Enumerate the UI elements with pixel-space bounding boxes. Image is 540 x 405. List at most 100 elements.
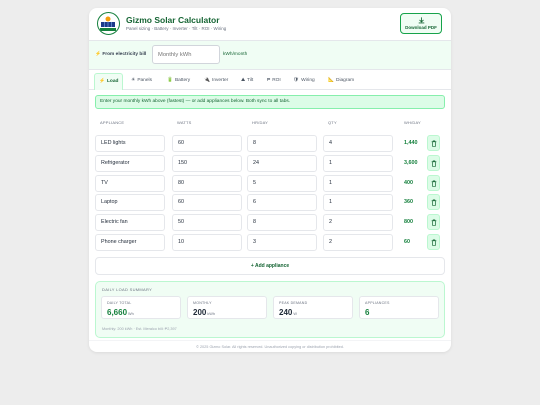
add-appliance-button[interactable]: + Add appliance — [95, 257, 445, 275]
tab-inverter[interactable]: 🔌 Inverter — [204, 73, 228, 88]
table-row: LED lights 60 8 4 1,440 — [95, 134, 445, 153]
appliance-name-input[interactable]: LED lights — [95, 135, 165, 152]
daily-total-number: 6,660 — [107, 308, 128, 317]
download-pdf-button[interactable]: Download PDF — [400, 13, 442, 34]
shield-icon: 🛡 — [293, 78, 300, 83]
appliance-name-input[interactable]: Refrigerator — [95, 154, 165, 172]
bolt-icon: ⚡ — [95, 52, 101, 57]
hours-per-day-input[interactable]: 8 — [247, 214, 317, 232]
monthly-kwh-input[interactable] — [152, 45, 220, 64]
tab-wiring[interactable]: 🛡 Wiring — [293, 73, 315, 88]
appliance-name-input[interactable]: TV — [95, 174, 165, 192]
quantity-input[interactable]: 1 — [323, 174, 393, 192]
appliance-name-input[interactable]: Laptop — [95, 194, 165, 212]
electricity-bill-row: ⚡ From electricity bill kWh/month — [89, 41, 451, 70]
col-watts: WATTS — [177, 120, 192, 125]
daily-total-label: DAILY TOTAL — [107, 301, 132, 305]
calculator-card: Gizmo Solar Calculator Panel sizing · Ba… — [89, 8, 451, 352]
peak-demand-unit: W — [293, 312, 297, 316]
info-banner: Enter your monthly kWh above (fastest) —… — [95, 95, 445, 109]
bolt-icon: ⚡ — [99, 79, 105, 84]
tab-tilt[interactable]: ⛰ Tilt — [241, 73, 253, 88]
app-subtitle: Panel sizing · Battery · Inverter · Tilt… — [126, 26, 227, 31]
app-header: Gizmo Solar Calculator Panel sizing · Ba… — [89, 8, 451, 41]
watts-input[interactable]: 150 — [172, 154, 242, 172]
watts-input[interactable]: 60 — [172, 194, 242, 212]
tab-roi[interactable]: ₱ ROI — [267, 73, 281, 88]
tab-battery[interactable]: 🔋 Battery — [167, 73, 190, 88]
delete-row-button[interactable] — [427, 174, 440, 191]
table-row: Laptop 60 6 1 360 — [95, 193, 445, 212]
tab-diagram[interactable]: 📐 Diagram — [328, 73, 354, 88]
col-hrday: HR/DAY — [252, 120, 269, 125]
trash-icon — [431, 199, 436, 207]
trash-icon — [431, 160, 436, 167]
col-appliance: APPLIANCE — [100, 120, 125, 125]
wh-per-day-value: 1,440 — [404, 140, 418, 146]
mountain-icon: ⛰ — [241, 78, 246, 83]
daily-total-unit: Wh — [128, 312, 134, 316]
appliances-label: APPLIANCES — [365, 301, 390, 305]
monthly-card: MONTHLY 200kWh — [187, 296, 267, 319]
copyright-footer: © 2025 Gizmo Solar. All rights reserved.… — [89, 340, 451, 352]
table-row: Electric fan 50 8 2 800 — [95, 213, 445, 232]
gizmo-solar-logo — [97, 12, 120, 35]
monthly-number: 200 — [193, 308, 207, 317]
peso-icon: ₱ — [267, 78, 271, 83]
tab-panels[interactable]: ☀ Panels — [131, 73, 152, 88]
electricity-label-wrap: ⚡ From electricity bill — [95, 52, 146, 57]
hours-per-day-input[interactable]: 3 — [247, 234, 317, 251]
download-pdf-label: Download PDF — [405, 25, 437, 30]
hours-per-day-input[interactable]: 24 — [247, 154, 317, 172]
hours-per-day-input[interactable]: 8 — [247, 135, 317, 152]
quantity-input[interactable]: 4 — [323, 135, 393, 152]
daily-total-card: DAILY TOTAL 6,660Wh — [101, 296, 181, 319]
watts-input[interactable]: 50 — [172, 214, 242, 232]
wh-per-day-value: 360 — [404, 199, 413, 206]
peak-demand-card: PEAK DEMAND 240W — [273, 296, 353, 319]
tab-load[interactable]: ⚡ Load — [94, 73, 124, 90]
sun-icon: ☀ — [131, 78, 136, 83]
appliance-name-input[interactable]: Phone charger — [95, 234, 165, 251]
tab-diagram-label: Diagram — [335, 78, 355, 83]
table-row: TV 80 5 1 400 — [95, 174, 445, 193]
battery-icon: 🔋 — [167, 78, 173, 83]
tab-wiring-label: Wiring — [301, 78, 315, 83]
quantity-input[interactable]: 1 — [323, 194, 393, 212]
peak-demand-label: PEAK DEMAND — [279, 301, 308, 305]
summary-footnote: Monthly: 200 kWh · Est. Meralco bill: ₱2… — [102, 327, 177, 331]
quantity-input[interactable]: 1 — [323, 154, 393, 172]
col-qty: QTY — [328, 120, 337, 125]
appliance-name-input[interactable]: Electric fan — [95, 214, 165, 232]
delete-row-button[interactable] — [427, 234, 440, 250]
wh-per-day-value: 60 — [404, 239, 410, 245]
summary-title: DAILY LOAD SUMMARY — [102, 287, 153, 292]
delete-row-button[interactable] — [427, 194, 440, 211]
col-whday: WH/DAY — [404, 120, 421, 125]
monthly-unit: kWh — [207, 312, 215, 316]
hours-per-day-input[interactable]: 5 — [247, 174, 317, 192]
app-title: Gizmo Solar Calculator — [126, 15, 220, 25]
trash-icon — [431, 180, 436, 187]
tab-tilt-label: Tilt — [247, 78, 254, 83]
watts-input[interactable]: 10 — [172, 234, 242, 251]
watts-input[interactable]: 60 — [172, 135, 242, 152]
table-header: APPLIANCE WATTS HR/DAY QTY WH/DAY — [95, 118, 445, 128]
plug-icon: 🔌 — [204, 78, 210, 83]
tab-load-label: Load — [106, 79, 119, 84]
quantity-input[interactable]: 2 — [323, 234, 393, 251]
hours-per-day-input[interactable]: 6 — [247, 194, 317, 212]
quantity-input[interactable]: 2 — [323, 214, 393, 232]
wh-per-day-value: 800 — [404, 219, 413, 226]
ruler-icon: 📐 — [328, 78, 334, 83]
daily-load-summary: DAILY LOAD SUMMARY DAILY TOTAL 6,660Wh M… — [95, 281, 445, 338]
delete-row-button[interactable] — [427, 154, 440, 171]
tab-roi-label: ROI — [272, 78, 281, 83]
peak-demand-number: 240 — [279, 308, 293, 317]
delete-row-button[interactable] — [427, 135, 440, 151]
delete-row-button[interactable] — [427, 214, 440, 231]
watts-input[interactable]: 80 — [172, 174, 242, 192]
trash-icon — [431, 140, 436, 147]
monthly-value: 200kWh — [193, 308, 215, 317]
kwh-unit: kWh/month — [223, 52, 248, 57]
